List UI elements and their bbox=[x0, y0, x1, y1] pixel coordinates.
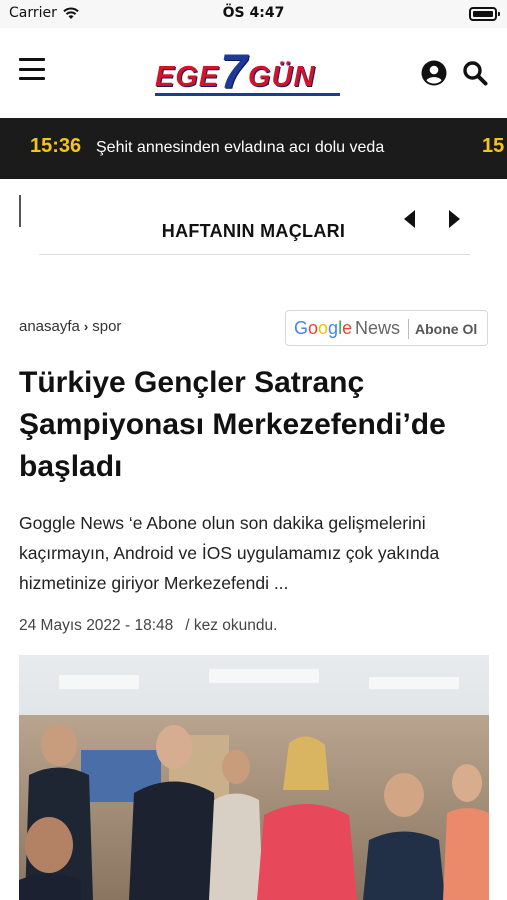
article-photo[interactable] bbox=[19, 655, 489, 900]
user-icon[interactable] bbox=[421, 60, 447, 86]
logo-part-ege: EGE bbox=[155, 61, 220, 93]
article-date: 24 Mayıs 2022 - 18:48 bbox=[19, 617, 174, 634]
previous-arrow-icon[interactable] bbox=[404, 210, 415, 228]
site-logo[interactable]: EGE 7 GÜN bbox=[155, 46, 316, 99]
article-summary: Goggle News ‘e Abone olun son dakika gel… bbox=[19, 513, 440, 593]
article-headline: Türkiye Gençler Satranç Şampiyonası Merk… bbox=[19, 366, 446, 483]
subscribe-label: Abone Ol bbox=[415, 321, 478, 337]
google-news-divider bbox=[408, 319, 409, 339]
matches-title: HAFTANIN MAÇLARI bbox=[161, 221, 346, 241]
logo-underline bbox=[155, 93, 340, 96]
google-news-label: News bbox=[355, 318, 401, 338]
logo-part-gun: GÜN bbox=[247, 61, 316, 93]
section-divider bbox=[39, 254, 470, 255]
search-icon[interactable] bbox=[462, 60, 488, 86]
ticker-headline[interactable]: Şehit annesinden evladına acı dolu veda bbox=[96, 139, 384, 157]
article-read-count: / kez okundu. bbox=[185, 617, 278, 634]
breadcrumb-home[interactable]: anasayfa bbox=[19, 318, 80, 335]
next-arrow-icon[interactable] bbox=[449, 210, 460, 228]
ticker-next-time: 15 bbox=[482, 135, 505, 157]
clock: ÖS 4:47 bbox=[222, 5, 285, 21]
matches-section: HAFTANIN MAÇLARI bbox=[0, 179, 507, 259]
google-news-logo: Google bbox=[294, 318, 353, 338]
breaking-news-ticker[interactable]: 15:36 Şehit annesinden evladına acı dolu… bbox=[0, 118, 507, 179]
google-news-subscribe-button[interactable]: Google News Abone Ol bbox=[285, 310, 488, 346]
logo-part-seven: 7 bbox=[220, 46, 247, 99]
status-bar: Carrier ÖS 4:47 bbox=[0, 0, 507, 28]
battery-icon bbox=[469, 7, 500, 21]
article-meta: 24 Mayıs 2022 - 18:48 / kez okundu. bbox=[19, 617, 277, 635]
breadcrumb: anasayfa › spor bbox=[19, 318, 121, 335]
menu-icon[interactable] bbox=[19, 58, 45, 80]
breadcrumb-separator: › bbox=[83, 319, 89, 334]
breadcrumb-category[interactable]: spor bbox=[92, 318, 121, 335]
ticker-time: 15:36 bbox=[30, 135, 82, 157]
